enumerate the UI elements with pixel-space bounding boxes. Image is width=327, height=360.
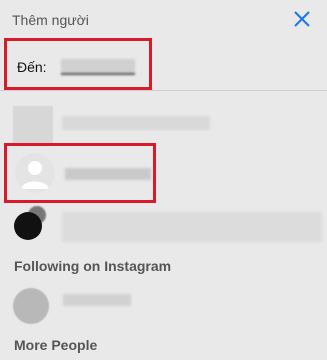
avatar	[14, 212, 42, 240]
to-label: Đến:	[17, 59, 47, 75]
close-icon	[294, 11, 310, 27]
name-blurred	[65, 168, 151, 180]
suggested-person[interactable]	[4, 143, 156, 203]
recipient-value-blurred	[61, 59, 135, 75]
avatar	[13, 288, 49, 324]
avatar	[13, 106, 53, 146]
name-blurred	[62, 212, 322, 242]
list-item[interactable]	[0, 96, 327, 150]
name-blurred	[62, 116, 210, 130]
default-avatar-icon	[15, 153, 55, 193]
list-item[interactable]	[0, 204, 327, 258]
divider	[0, 90, 327, 91]
header: Thêm người	[0, 0, 327, 40]
name-blurred	[63, 294, 131, 306]
close-button[interactable]	[291, 8, 313, 30]
recipient-input[interactable]: Đến:	[4, 38, 152, 90]
section-title-more-people: More People	[14, 337, 98, 353]
section-title-following-instagram: Following on Instagram	[14, 258, 172, 274]
dialog-title: Thêm người	[12, 12, 89, 28]
